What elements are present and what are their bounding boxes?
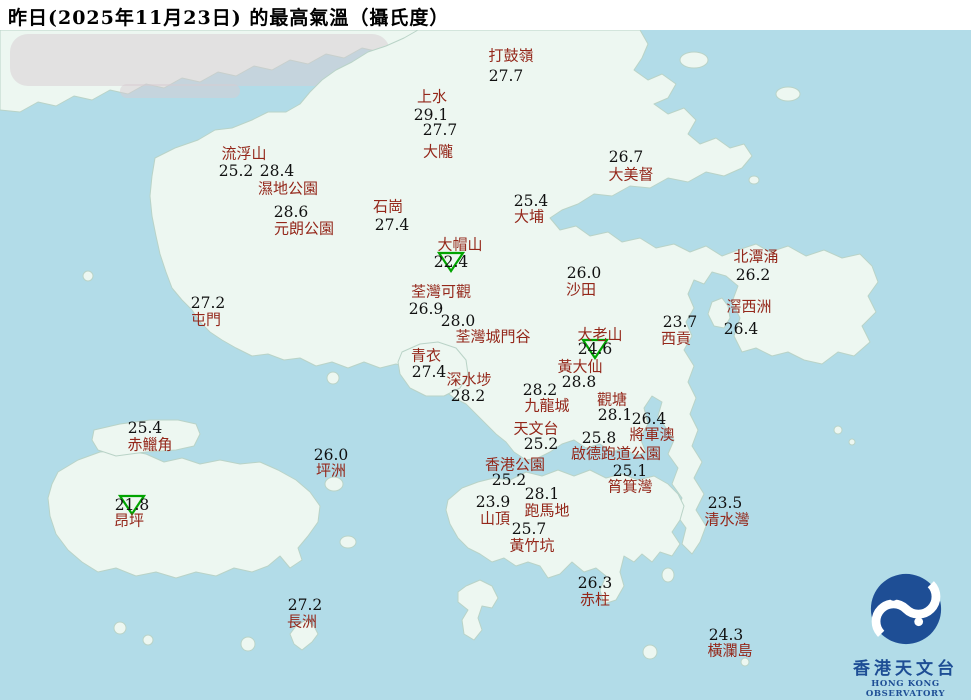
station-temperature: 25.1 [612,462,648,480]
station-temperature: 25.8 [581,429,617,447]
station-temperature: 28.2 [450,387,486,405]
observatory-name-english: HONG KONG OBSERVATORY [865,679,946,699]
weather-map-page: 昨日(2025年11月23日) 的最高氣溫（攝氏度） 打鼓嶺 27.7 上水 29.1… [0,0,971,700]
station-temperature: 25.2 [491,471,527,489]
station-temperature: 26.7 [608,148,644,166]
station-name: 荃灣可觀 [410,282,472,301]
station-temperature: 28.6 [273,203,309,221]
station-temperature: 27.4 [411,363,447,381]
station-temperature: 23.5 [707,494,743,512]
station-temperature: 27.2 [190,294,226,312]
station-temperature: 25.7 [511,520,547,538]
station-temperature: 26.4 [631,410,667,428]
station-name: 石崗 [372,197,404,216]
station-name: 上水 [416,87,448,106]
observatory-logo-icon [870,573,941,645]
stations-layer: 打鼓嶺 27.7 上水 29.1 大隴 27.7 流浮山 25.2 濕地公園 28.4 元朗公園 28… [0,0,971,700]
station-temperature: 27.7 [422,121,458,139]
station-temperature: 28.2 [522,381,558,399]
station-temperature: 21.8 [114,496,150,514]
station-temperature: 22.4 [433,253,469,271]
observatory-name-chinese: 香港天文台 [853,659,958,679]
station-name: 濕地公園 [257,179,319,198]
station-temperature: 24.3 [708,626,744,644]
station-temperature: 25.2 [523,435,559,453]
station-temperature: 27.4 [374,216,410,234]
station-temperature: 28.1 [597,406,633,424]
station-name: 大美督 [608,165,654,184]
station-temperature: 26.2 [735,266,771,284]
station-temperature: 27.2 [287,596,323,614]
station-temperature: 26.0 [313,446,349,464]
station-temperature: 28.1 [524,485,560,503]
station-temperature: 23.7 [662,313,698,331]
station-temperature: 25.2 [218,162,254,180]
station-temperature: 28.8 [561,373,597,391]
station-temperature: 28.0 [440,312,476,330]
station-temperature: 28.4 [259,162,295,180]
station-name: 大隴 [422,142,454,161]
station-name: 大帽山 [437,235,483,254]
station-temperature: 25.4 [513,192,549,210]
station-temperature: 27.7 [488,67,524,85]
station-temperature: 25.4 [127,419,163,437]
station-temperature: 26.4 [723,320,759,338]
station-name: 北潭涌 [733,247,779,266]
observatory-logo: 香港天文台 HONG KONG OBSERVATORY [840,570,971,699]
station-name: 滘西洲 [726,297,772,316]
station-temperature: 23.9 [475,493,511,511]
station-temperature: 26.0 [566,264,602,282]
station-name: 流浮山 [221,144,267,163]
station-temperature: 26.3 [577,574,613,592]
station-temperature: 26.9 [408,300,444,318]
station-name: 打鼓嶺 [488,46,534,65]
